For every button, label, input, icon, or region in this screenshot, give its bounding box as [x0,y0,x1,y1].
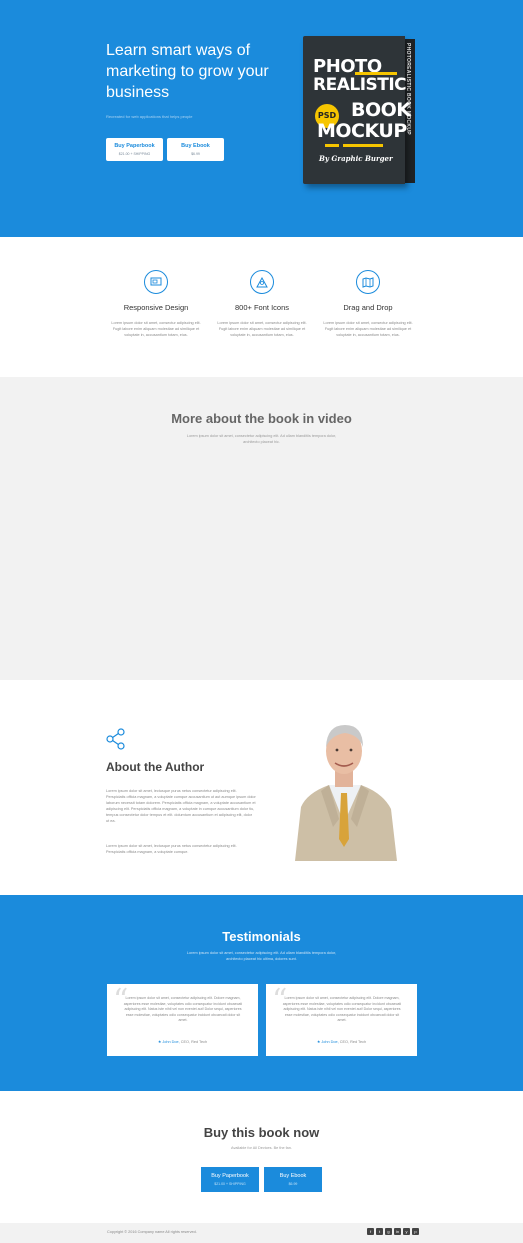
book-author-line: By Graphic Burger [319,154,393,163]
testimonial-author: ★ John Doe, CEO, Red Tech [266,1039,417,1044]
buy-section-subtitle: Available for All Devices. Be the fan. [231,1146,292,1150]
hero-subtitle: Recreated for web applications that help… [106,114,193,119]
testimonials-subtitle: Lorem ipsum dolor sit amet, consectetur … [186,951,337,961]
feature-title: Drag and Drop [343,303,393,312]
button-label: Buy Paperbook [114,143,155,149]
button-price: $6.99 [288,1182,298,1186]
testimonial-author-name: ★ John Doe, [157,1040,180,1044]
facebook-icon[interactable]: f [367,1228,374,1235]
button-label: Buy Ebook [279,1173,307,1179]
testimonial-card: “ Lorem ipsum dolor sit amet, consectetu… [266,984,417,1056]
author-bio-paragraph: Lorem ipsum dolor sit amet, lectusque pu… [106,844,237,854]
button-price: $21.00 + SHIPPING [214,1182,246,1186]
book-cover-line: MOCKUP [317,120,407,142]
book-accent-bar [325,144,339,147]
book-accent-bar [343,144,383,147]
hero-section [0,0,523,237]
feature-item: 800+ Font Icons Lorem ipsum dolor sit am… [212,270,312,338]
testimonial-text: Lorem ipsum dolor sit amet, consectetur … [123,996,243,1022]
testimonial-author-role: CEO, Red Tech [180,1040,208,1044]
testimonial-author-role: CEO, Red Tech [339,1040,367,1044]
button-price: $21.00 + SHIPPING [118,152,151,156]
author-bio-paragraph: Lorem ipsum dolor sit amet, lectusque pu… [106,789,256,823]
video-section-title: More about the book in video [171,411,352,426]
testimonial-author: ★ John Doe, CEO, Red Tech [107,1039,258,1044]
buy-ebook-button[interactable]: Buy Ebook $6.99 [264,1167,322,1192]
youtube-icon[interactable]: y [403,1228,410,1235]
feature-title: 800+ Font Icons [235,303,289,312]
button-price: $6.99 [191,152,200,156]
testimonials-title: Testimonials [222,929,301,944]
footer [0,1223,523,1243]
font-icons-icon [250,270,274,294]
button-label: Buy Paperbook [211,1173,249,1179]
author-photo [291,719,398,861]
feature-item: Drag and Drop Lorem ipsum dolor sit amet… [318,270,418,338]
book-cover-line: REALISTIC [313,75,407,95]
author-section-title: About the Author [106,760,205,774]
button-label: Buy Ebook [181,143,210,149]
book-mockup-image: PHOTOREALISTIC BOOK MOCKUP PHOTO REALIST… [303,36,415,184]
book-cover: PHOTO REALISTIC PSD BOOK MOCKUP By Graph… [303,36,411,184]
testimonial-author-name: ★ John Doe, [316,1040,339,1044]
buy-section [0,1091,523,1223]
testimonials-section [0,895,523,1091]
responsive-design-icon [144,270,168,294]
linkedin-icon[interactable]: in [394,1228,401,1235]
google-plus-icon[interactable]: g [385,1228,392,1235]
feature-text: Lorem ipsum dolor sit amet, consectur ad… [323,321,413,337]
feature-text: Lorem ipsum dolor sit amet, consectur ad… [217,321,307,337]
twitter-icon[interactable]: t [376,1228,383,1235]
feature-text: Lorem ipsum dolor sit amet, consectur ad… [111,321,201,337]
buy-section-title: Buy this book now [203,1125,320,1140]
hero-buy-paperbook-button[interactable]: Buy Paperbook $21.00 + SHIPPING [106,138,163,161]
hero-title: Learn smart ways of marketing to grow yo… [106,42,269,101]
drag-drop-icon [356,270,380,294]
footer-copyright: Copyright © 2016 Company name All rights… [107,1230,197,1234]
hero-buy-ebook-button[interactable]: Buy Ebook $6.99 [167,138,224,161]
feature-item: Responsive Design Lorem ipsum dolor sit … [106,270,206,338]
testimonial-text: Lorem ipsum dolor sit amet, consectetur … [282,996,402,1022]
author-section [0,680,523,895]
book-cover-line: BOOK [351,99,411,121]
feature-title: Responsive Design [123,303,189,312]
testimonial-card: “ Lorem ipsum dolor sit amet, consectetu… [107,984,258,1056]
pinterest-icon[interactable]: p [412,1228,419,1235]
video-section-subtitle: Lorem ipsum dolor sit amet, consectetur … [186,434,337,444]
social-links: f t g in y p [367,1228,419,1235]
buy-paperbook-button[interactable]: Buy Paperbook $21.00 + SHIPPING [201,1167,259,1192]
share-icon [106,728,125,750]
